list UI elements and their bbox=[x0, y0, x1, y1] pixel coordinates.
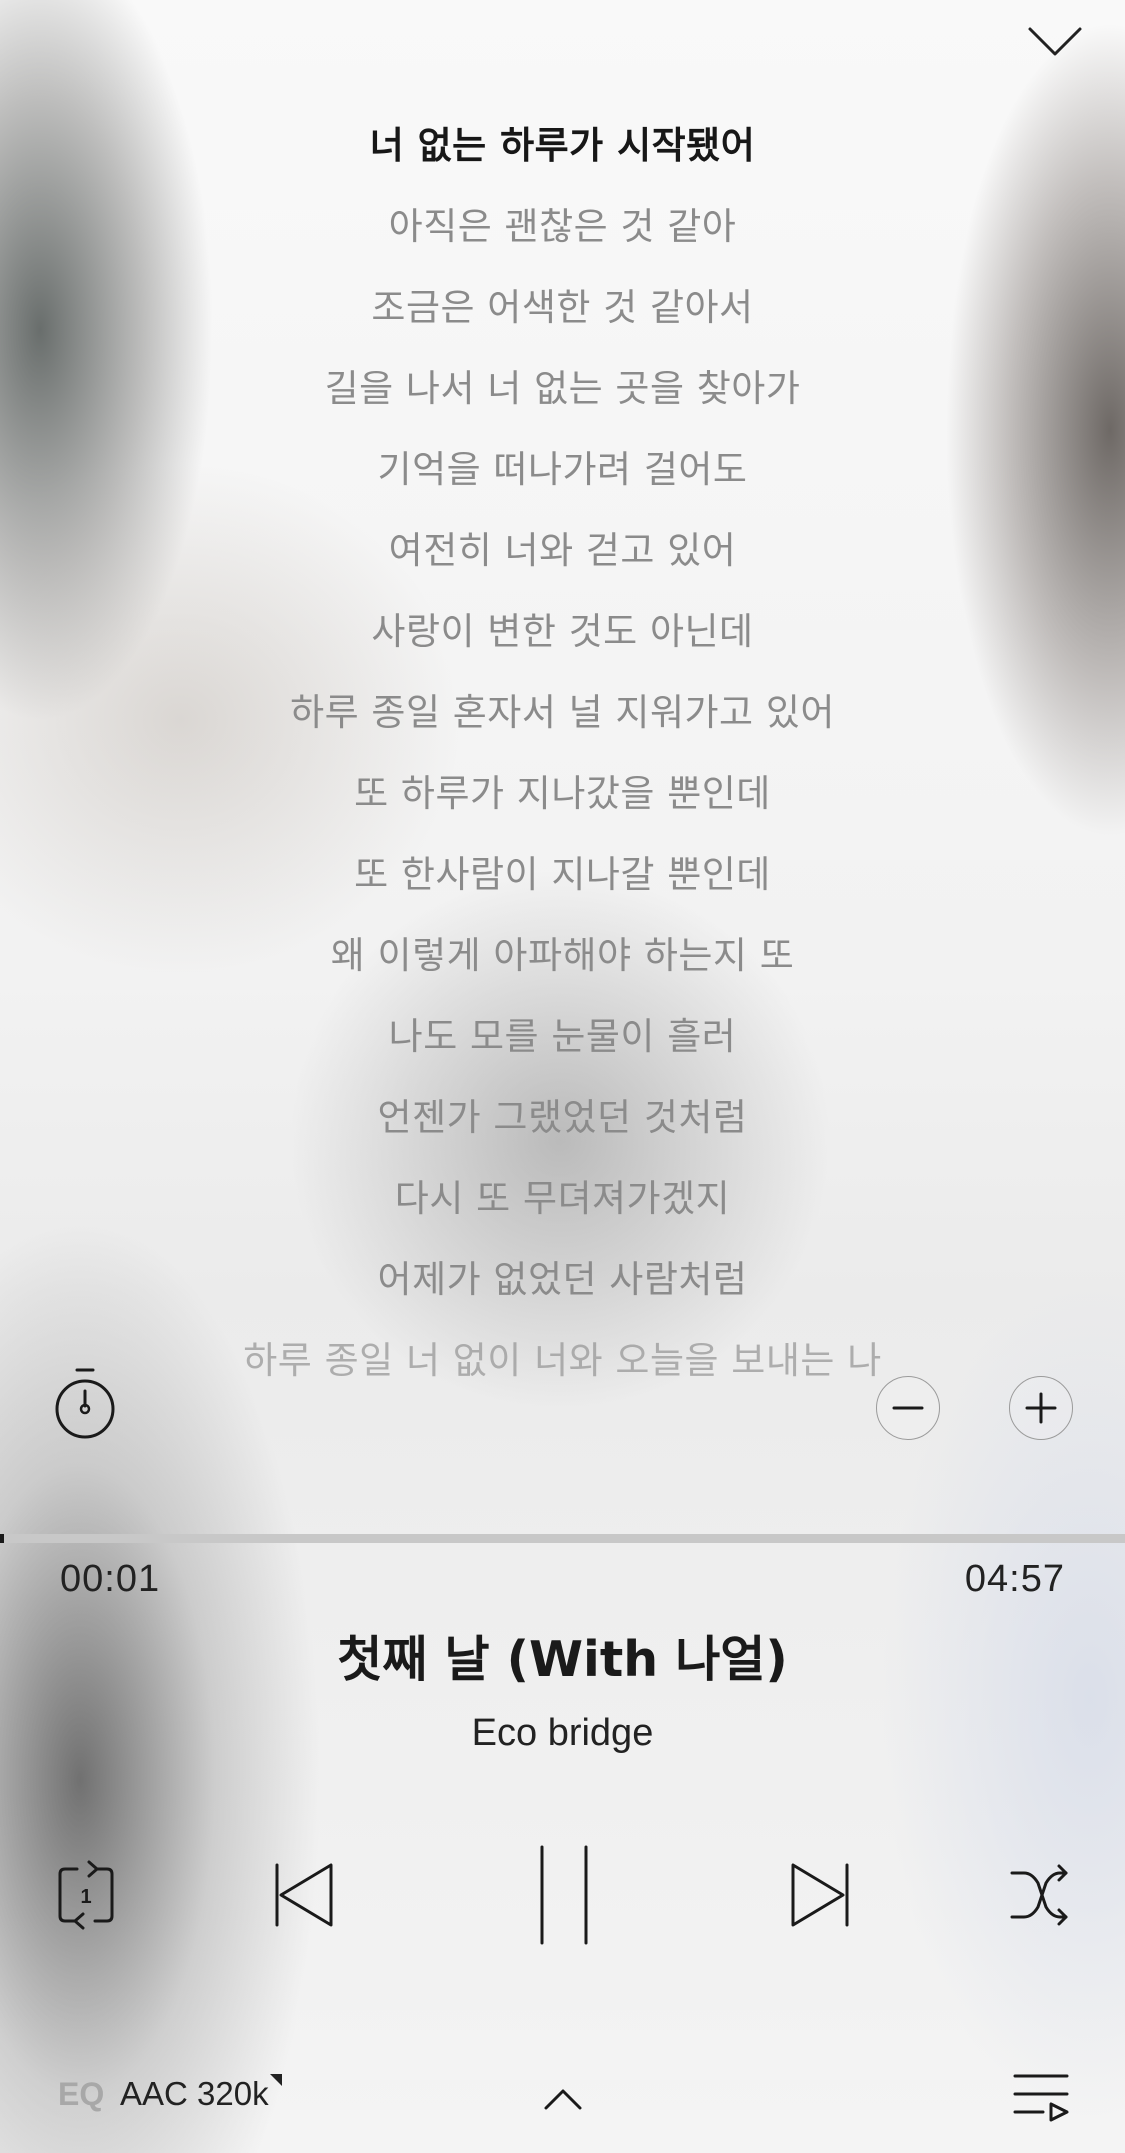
lyric-line[interactable]: 또 한사람이 지나갈 뿐인데 bbox=[0, 841, 1125, 922]
pause-button[interactable] bbox=[522, 1840, 606, 1950]
repeat-button[interactable]: 1 bbox=[46, 1840, 126, 1950]
lyrics-font-larger-button[interactable] bbox=[1009, 1376, 1073, 1440]
artist-name[interactable]: Eco bridge bbox=[0, 1712, 1125, 1755]
lyric-line[interactable]: 아직은 괜찮은 것 같아 bbox=[0, 193, 1125, 274]
plus-icon bbox=[1025, 1392, 1057, 1424]
expand-info-button[interactable] bbox=[530, 2074, 596, 2124]
lyric-line[interactable]: 여전히 너와 걷고 있어 bbox=[0, 517, 1125, 598]
chevron-down-icon bbox=[1028, 27, 1082, 56]
lyric-line[interactable]: 왜 이렇게 아파해야 하는지 또 bbox=[0, 922, 1125, 1003]
sleep-timer-button[interactable] bbox=[52, 1365, 118, 1445]
progress-fill bbox=[0, 1534, 4, 1543]
audio-quality-selector[interactable]: AAC 320k bbox=[120, 2075, 269, 2113]
skip-next-icon bbox=[791, 1863, 849, 1927]
lyric-line[interactable]: 하루 종일 너 없이 너와 오늘을 보내는 나 bbox=[0, 1327, 1125, 1408]
playlist-button[interactable] bbox=[1011, 2066, 1073, 2126]
lyric-line[interactable]: 다시 또 무뎌져가겠지 bbox=[0, 1165, 1125, 1246]
collapse-player-button[interactable] bbox=[1023, 18, 1087, 66]
playlist-icon bbox=[1013, 2074, 1069, 2122]
shuffle-icon bbox=[1010, 1864, 1068, 1926]
elapsed-time: 00:01 bbox=[60, 1558, 161, 1600]
total-duration: 04:57 bbox=[964, 1558, 1065, 1600]
stopwatch-icon bbox=[55, 1368, 115, 1439]
lyric-line[interactable]: 기억을 떠나가려 걸어도 bbox=[0, 436, 1125, 517]
lyrics-panel[interactable]: 너 없는 하루가 시작됐어 아직은 괜찮은 것 같아 조금은 어색한 것 같아서… bbox=[0, 112, 1125, 1408]
repeat-one-badge: 1 bbox=[80, 1886, 91, 1908]
lyric-line[interactable]: 하루 종일 혼자서 널 지워가고 있어 bbox=[0, 679, 1125, 760]
lyric-line[interactable]: 조금은 어색한 것 같아서 bbox=[0, 274, 1125, 355]
lyric-line[interactable]: 길을 나서 너 없는 곳을 찾아가 bbox=[0, 355, 1125, 436]
next-track-button[interactable] bbox=[778, 1840, 862, 1950]
lyrics-font-smaller-button[interactable] bbox=[876, 1376, 940, 1440]
lyric-line[interactable]: 언젠가 그랬었던 것처럼 bbox=[0, 1084, 1125, 1165]
progress-bar[interactable] bbox=[0, 1534, 1125, 1543]
shuffle-button[interactable] bbox=[1000, 1840, 1080, 1950]
lyric-line[interactable]: 나도 모를 눈물이 흘러 bbox=[0, 1003, 1125, 1084]
bottom-bar: EQ AAC 320k bbox=[0, 2066, 1125, 2132]
lyric-line[interactable]: 사랑이 변한 것도 아닌데 bbox=[0, 598, 1125, 679]
lyric-line[interactable]: 또 하루가 지나갔을 뿐인데 bbox=[0, 760, 1125, 841]
chevron-up-icon bbox=[544, 2089, 582, 2110]
song-title[interactable]: 첫째 날 (With 나얼) bbox=[0, 1620, 1125, 1691]
previous-track-button[interactable] bbox=[262, 1840, 346, 1950]
repeat-one-icon: 1 bbox=[58, 1860, 114, 1930]
lyric-line-current[interactable]: 너 없는 하루가 시작됐어 bbox=[0, 112, 1125, 193]
pause-icon bbox=[540, 1845, 588, 1945]
dropdown-corner-icon bbox=[270, 2074, 282, 2086]
minus-icon bbox=[892, 1406, 924, 1410]
skip-previous-icon bbox=[275, 1863, 333, 1927]
eq-button[interactable]: EQ bbox=[58, 2076, 104, 2113]
lyric-line[interactable]: 어제가 없었던 사람처럼 bbox=[0, 1246, 1125, 1327]
